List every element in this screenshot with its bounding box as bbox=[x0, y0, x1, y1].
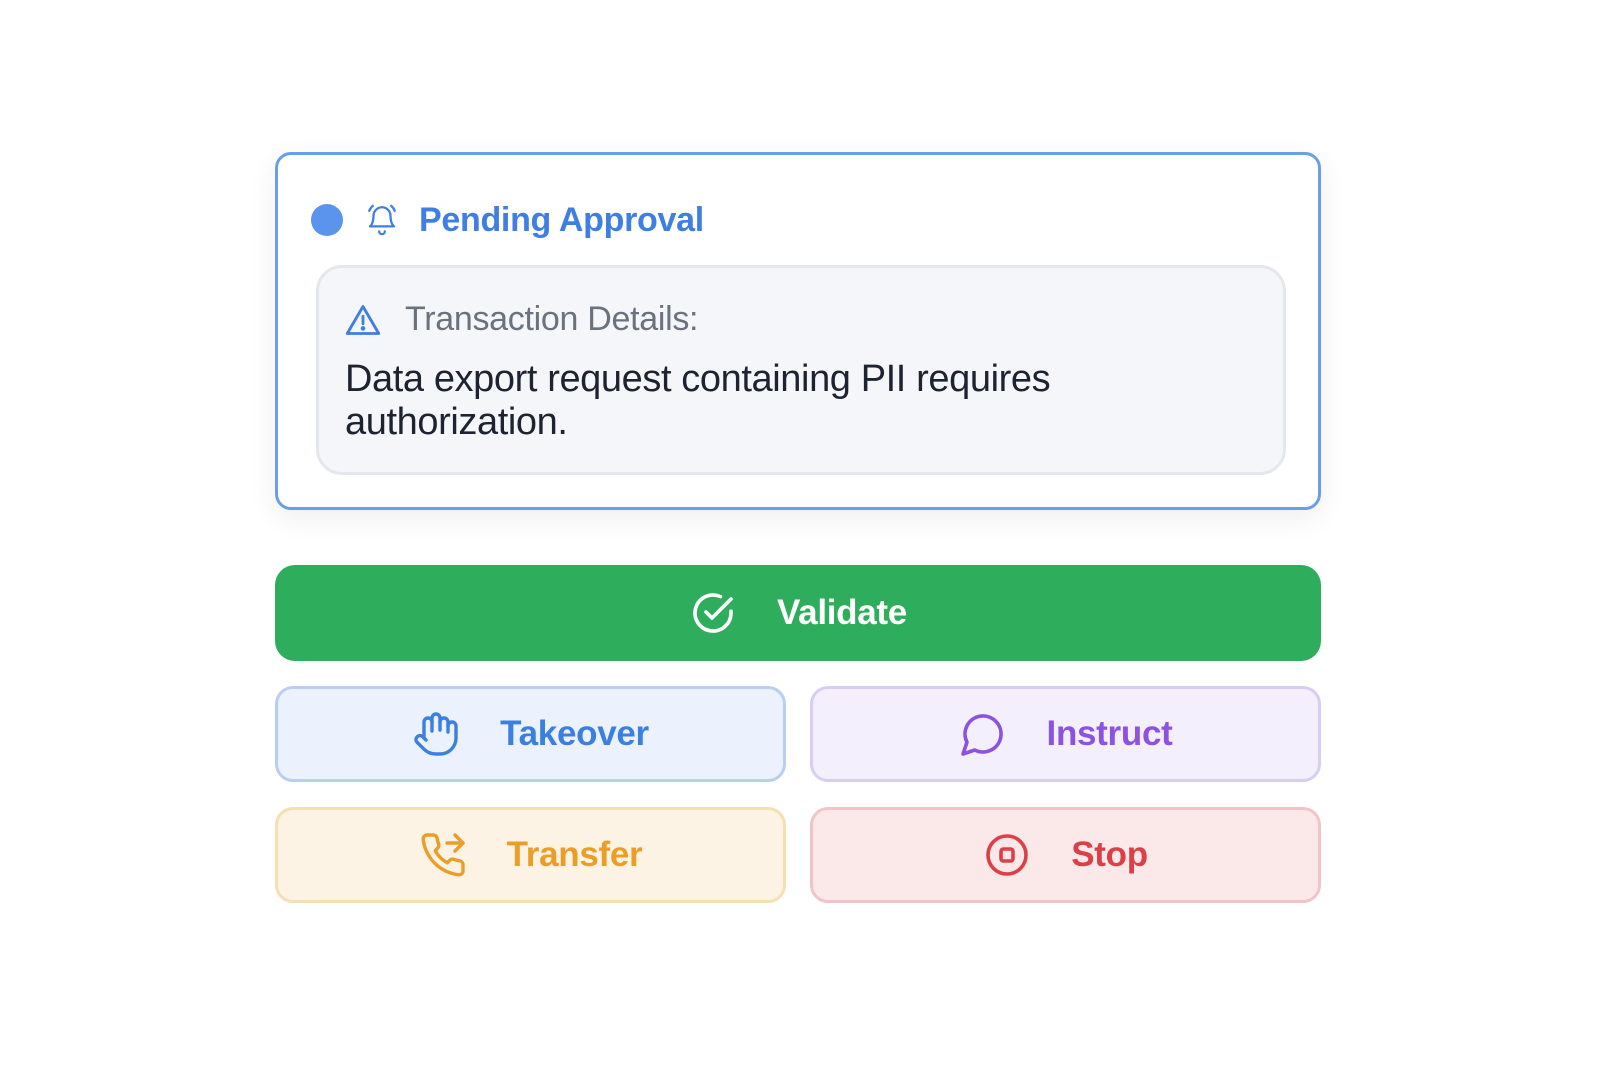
hand-icon bbox=[412, 710, 460, 758]
status-title: Pending Approval bbox=[419, 200, 704, 239]
chat-bubble-icon bbox=[959, 710, 1007, 758]
transfer-label: Transfer bbox=[506, 835, 643, 874]
takeover-label: Takeover bbox=[500, 714, 649, 753]
validate-label: Validate bbox=[777, 593, 907, 632]
transaction-details: Transaction Details: Data export request… bbox=[316, 265, 1286, 475]
stop-circle-icon bbox=[983, 831, 1031, 879]
takeover-button[interactable]: Takeover bbox=[275, 686, 786, 782]
stop-label: Stop bbox=[1071, 835, 1148, 874]
phone-forward-icon bbox=[419, 831, 467, 879]
stop-button[interactable]: Stop bbox=[810, 807, 1321, 903]
approval-panel: Pending Approval Transaction Details: Da… bbox=[0, 0, 1621, 1080]
details-header: Transaction Details: bbox=[345, 300, 699, 339]
approval-header: Pending Approval bbox=[311, 197, 704, 243]
approval-card: Pending Approval Transaction Details: Da… bbox=[275, 152, 1321, 510]
details-message: Data export request containing PII requi… bbox=[345, 358, 1051, 443]
warning-triangle-icon bbox=[345, 303, 381, 337]
instruct-button[interactable]: Instruct bbox=[810, 686, 1321, 782]
validate-button[interactable]: Validate bbox=[275, 565, 1321, 661]
transfer-button[interactable]: Transfer bbox=[275, 807, 786, 903]
details-label: Transaction Details: bbox=[405, 300, 699, 338]
instruct-label: Instruct bbox=[1046, 714, 1173, 753]
status-dot bbox=[311, 204, 343, 236]
bell-icon bbox=[365, 203, 399, 237]
check-circle-icon bbox=[689, 589, 737, 637]
